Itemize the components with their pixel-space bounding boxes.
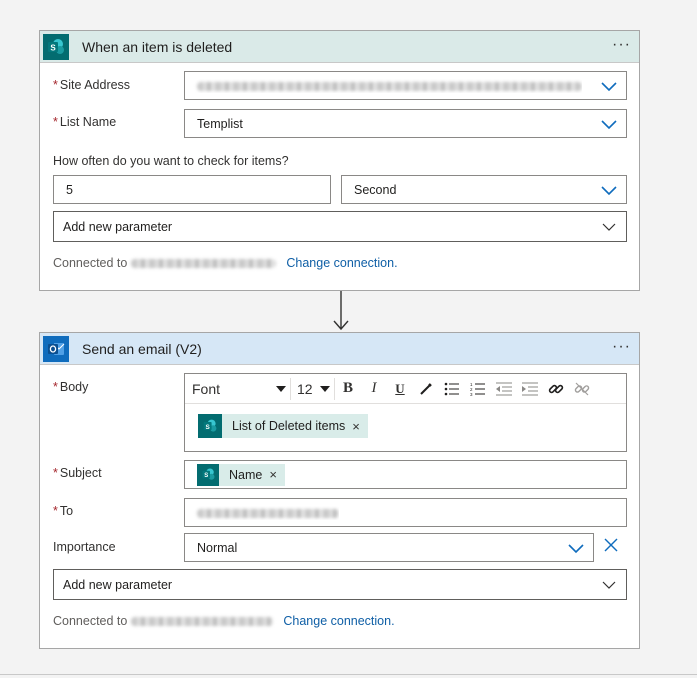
chevron-down-icon[interactable] [601, 579, 617, 591]
add-parameter-dropdown[interactable]: Add new parameter [53, 211, 627, 242]
outdent-icon [496, 382, 512, 395]
italic-button[interactable]: I [361, 378, 387, 400]
trigger-title: When an item is deleted [82, 38, 233, 55]
required-marker: * [53, 380, 58, 394]
connection-account-blurred [131, 616, 274, 626]
list-name-dropdown[interactable]: Templist [184, 109, 627, 138]
font-family-select[interactable]: Font [185, 377, 291, 400]
site-address-value-blurred [197, 81, 582, 91]
trigger-header[interactable]: S When an item is deleted ··· [40, 31, 639, 63]
to-address-blurred [197, 508, 339, 518]
connection-info: Connected to Change connection. [53, 256, 398, 270]
font-size-select[interactable]: 12 [291, 377, 335, 400]
remove-link-button[interactable] [569, 378, 595, 400]
bullet-list-button[interactable] [439, 378, 465, 400]
site-address-label: * Site Address [53, 78, 131, 92]
chevron-down-icon[interactable] [601, 80, 617, 92]
site-address-dropdown[interactable] [184, 71, 627, 100]
to-label: * To [53, 504, 74, 518]
indent-icon [522, 382, 538, 395]
link-icon [548, 384, 564, 393]
action-header[interactable]: Send an email (V2) ··· [40, 333, 639, 365]
sharepoint-icon: S [43, 33, 69, 60]
rich-text-toolbar: Font 12 B I U 123 [185, 374, 626, 404]
add-parameter-dropdown[interactable]: Add new parameter [53, 569, 627, 600]
underline-button[interactable]: U [387, 378, 413, 400]
svg-text:S: S [50, 43, 56, 52]
remove-token-button[interactable]: × [269, 467, 277, 482]
svg-text:3: 3 [470, 392, 473, 396]
required-marker: * [53, 115, 58, 129]
importance-label: Importance [53, 540, 116, 554]
outlook-icon [43, 335, 69, 362]
frequency-label: How often do you want to check for items… [53, 154, 289, 168]
sharepoint-icon: S [198, 414, 222, 438]
bullet-list-icon [444, 382, 459, 395]
to-input[interactable] [184, 498, 627, 527]
flow-arrow-icon [333, 291, 349, 331]
chevron-down-icon[interactable] [568, 542, 584, 554]
remove-token-button[interactable]: × [352, 419, 360, 434]
increase-indent-button[interactable] [517, 378, 543, 400]
change-connection-link[interactable]: Change connection. [286, 256, 397, 270]
numbered-list-button[interactable]: 123 [465, 378, 491, 400]
importance-dropdown[interactable]: Normal [184, 533, 594, 562]
required-marker: * [53, 504, 58, 518]
insert-link-button[interactable] [543, 378, 569, 400]
trigger-card: S When an item is deleted ··· * Site Addr… [39, 30, 640, 291]
body-dynamic-token[interactable]: S List of Deleted items × [198, 414, 368, 438]
chevron-down-icon[interactable] [601, 118, 617, 130]
connection-info: Connected to Change connection. [53, 614, 395, 628]
connection-account-blurred [131, 258, 277, 268]
subject-label: * Subject [53, 466, 102, 480]
bottom-divider [0, 674, 697, 675]
decrease-indent-button[interactable] [491, 378, 517, 400]
bold-button[interactable]: B [335, 378, 361, 400]
list-name-value: Templist [197, 116, 243, 131]
svg-text:S: S [205, 424, 210, 431]
unlink-icon [574, 382, 590, 395]
body-label: * Body [53, 380, 89, 394]
frequency-dropdown[interactable]: Second [341, 175, 627, 204]
trigger-menu-button[interactable]: ··· [612, 36, 631, 54]
caret-down-icon [320, 385, 330, 392]
change-connection-link[interactable]: Change connection. [283, 614, 394, 628]
chevron-down-icon[interactable] [601, 221, 617, 233]
required-marker: * [53, 78, 58, 92]
interval-input[interactable]: 5 [53, 175, 331, 204]
numbered-list-icon: 123 [470, 382, 485, 396]
list-name-label: * List Name [53, 115, 117, 129]
subject-input[interactable]: S Name × [184, 460, 627, 489]
body-editor[interactable]: Font 12 B I U 123 S List of Deleted item… [184, 373, 627, 452]
font-color-button[interactable] [413, 378, 439, 400]
action-card: Send an email (V2) ··· * Body Font 12 B I… [39, 332, 640, 649]
subject-dynamic-token[interactable]: S Name × [197, 463, 285, 486]
required-marker: * [53, 466, 58, 480]
caret-down-icon [276, 385, 286, 392]
svg-text:S: S [204, 473, 208, 479]
pen-icon [420, 382, 432, 395]
body-content[interactable]: S List of Deleted items × [198, 414, 368, 438]
action-title: Send an email (V2) [82, 340, 202, 357]
clear-parameter-icon[interactable] [604, 538, 618, 552]
chevron-down-icon[interactable] [601, 184, 617, 196]
action-menu-button[interactable]: ··· [612, 338, 631, 356]
sharepoint-icon: S [197, 463, 219, 486]
